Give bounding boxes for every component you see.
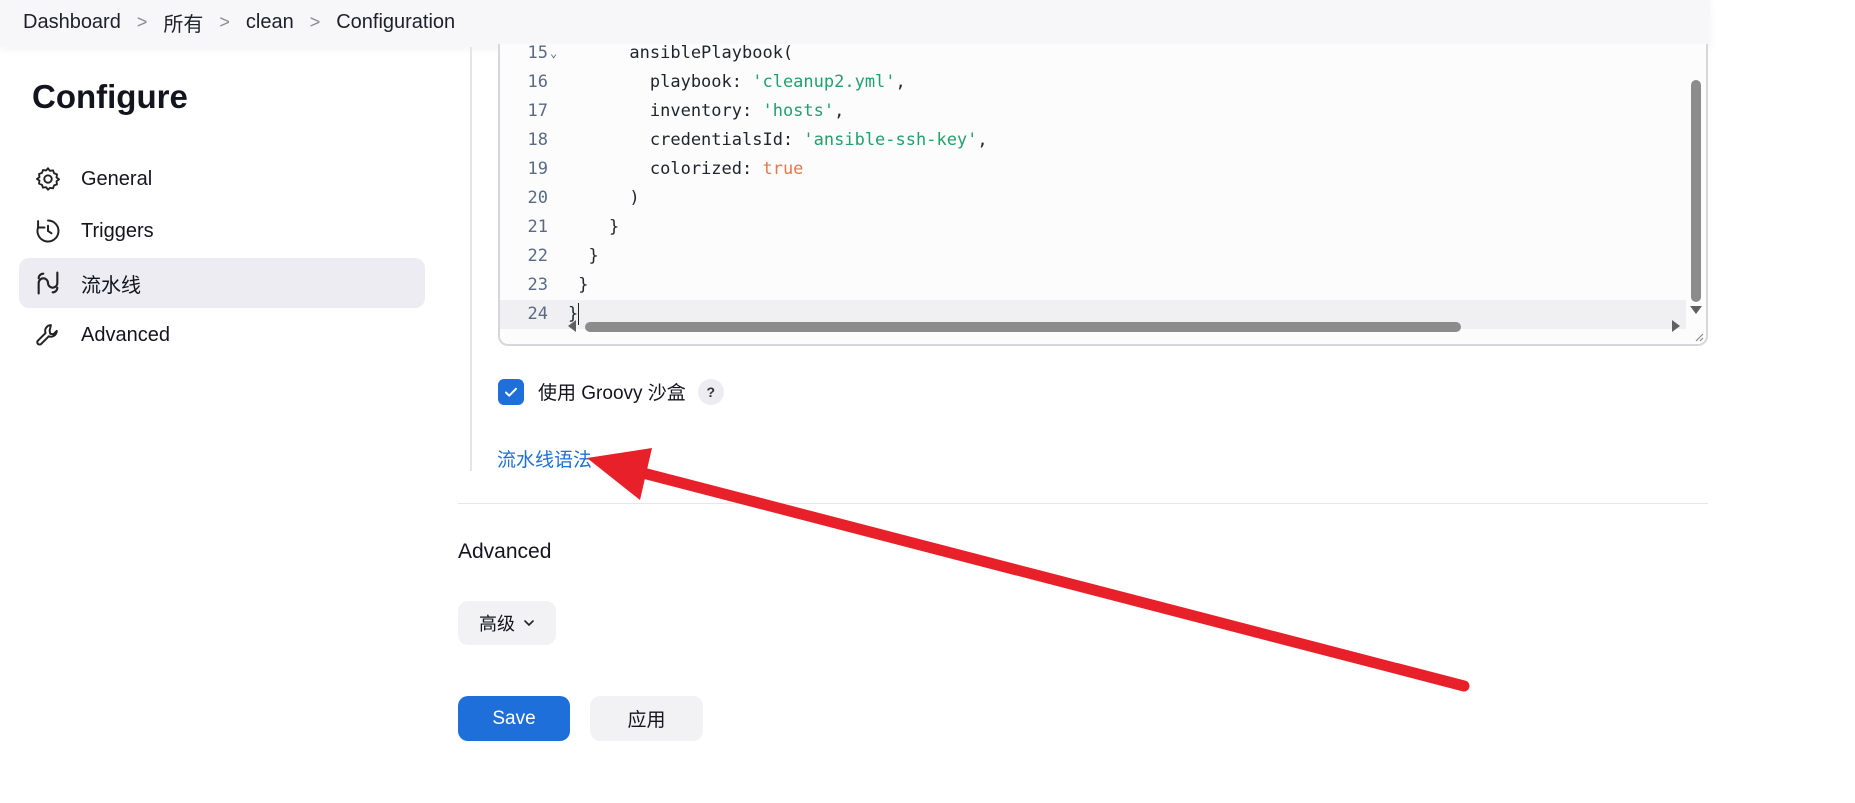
annotation-arrow-icon xyxy=(587,448,1470,692)
